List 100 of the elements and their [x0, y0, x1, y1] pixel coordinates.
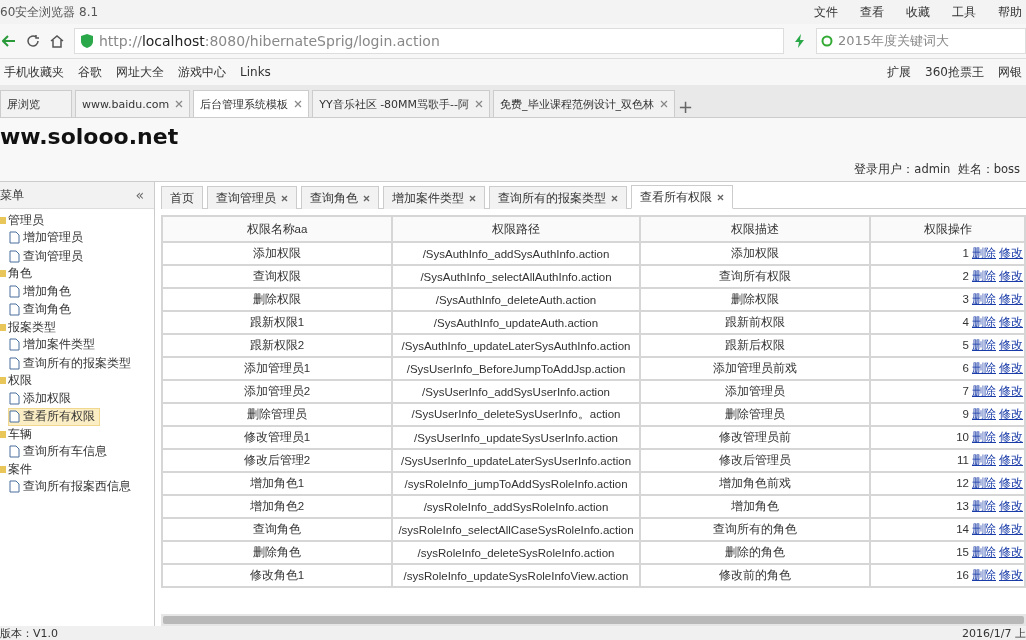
url-field[interactable]: http://localhost:8080/hibernateSprig/login.action [74, 28, 784, 54]
action-link[interactable]: 修改 [999, 431, 1023, 443]
refresh-icon[interactable] [26, 34, 40, 48]
scrollbar[interactable] [161, 614, 1026, 626]
tree-item[interactable]: 增加管理员 [8, 228, 88, 247]
page-tab[interactable]: 首页 [161, 186, 203, 209]
action-link[interactable]: 删除 [972, 362, 996, 374]
action-link[interactable]: 修改 [999, 339, 1023, 351]
tree-item[interactable]: 增加案件类型 [8, 335, 100, 354]
tree-folder[interactable]: 车辆 [0, 426, 154, 443]
bookmark-link[interactable]: Links [240, 65, 271, 79]
close-icon[interactable] [611, 194, 618, 202]
action-link[interactable]: 修改 [999, 569, 1023, 581]
action-link[interactable]: 删除 [972, 293, 996, 305]
tree-item[interactable]: 查询所有车信息 [8, 442, 112, 461]
close-icon[interactable] [475, 100, 484, 108]
page-icon [9, 480, 20, 494]
tree-folder[interactable]: 角色 [0, 265, 154, 282]
extension-button[interactable]: 360抢票王 [925, 63, 984, 81]
action-link[interactable]: 修改 [999, 546, 1023, 558]
table-cell: 跟新权限2 [162, 334, 392, 357]
action-link[interactable]: 删除 [972, 569, 996, 581]
menu-item[interactable]: 帮助 [998, 3, 1022, 21]
lightning-icon[interactable] [794, 34, 806, 48]
close-icon[interactable] [175, 100, 184, 108]
menu-item[interactable]: 工具 [952, 3, 976, 21]
table-cell: /SysAuthInfo_updateLaterSysAuthInfo.action [392, 334, 640, 357]
new-tab-button[interactable]: + [678, 96, 694, 117]
close-icon[interactable] [717, 193, 724, 201]
tree-item[interactable]: 增加角色 [8, 282, 76, 301]
column-header: 权限描述 [640, 216, 870, 242]
action-link[interactable]: 删除 [972, 270, 996, 282]
search-field[interactable]: 2015年度关键词大 [816, 28, 1026, 54]
row-id: 10 [956, 431, 969, 443]
back-icon[interactable] [2, 34, 16, 48]
table-cell: /SysUserInfo_addSysUserInfo.action [392, 380, 640, 403]
menu-item[interactable]: 收藏 [906, 3, 930, 21]
close-icon[interactable] [660, 100, 669, 108]
action-link[interactable]: 修改 [999, 500, 1023, 512]
bookmark-link[interactable]: 网址大全 [116, 63, 164, 81]
action-link[interactable]: 删除 [972, 339, 996, 351]
action-link[interactable]: 删除 [972, 408, 996, 420]
menu-item[interactable]: 文件 [814, 3, 838, 21]
close-icon[interactable] [363, 194, 370, 202]
table-cell: /sysRoleInfo_jumpToAddSysRoleInfo.action [392, 472, 640, 495]
tree-item[interactable]: 查看所有权限 [8, 407, 100, 426]
table-cell: 添加权限 [640, 242, 870, 265]
extension-button[interactable]: 网银 [998, 63, 1022, 81]
page-tab[interactable]: 查询所有的报案类型 [489, 186, 627, 209]
browser-tab[interactable]: YY音乐社区 -80MM骂歌手--阿 [312, 90, 491, 117]
tree-item[interactable]: 添加权限 [8, 389, 76, 408]
action-link[interactable]: 修改 [999, 408, 1023, 420]
action-link[interactable]: 删除 [972, 385, 996, 397]
tree-item[interactable]: 查询所有的报案类型 [8, 354, 136, 373]
browser-tab[interactable]: 免费_毕业课程范例设计_双色林 [493, 90, 676, 117]
table-cell: 增加角色1 [162, 472, 392, 495]
tree-item[interactable]: 查询管理员 [8, 247, 88, 266]
action-link[interactable]: 删除 [972, 500, 996, 512]
action-link[interactable]: 删除 [972, 454, 996, 466]
action-link[interactable]: 删除 [972, 546, 996, 558]
action-link[interactable]: 修改 [999, 293, 1023, 305]
action-link[interactable]: 删除 [972, 247, 996, 259]
tree-folder[interactable]: 案件 [0, 461, 154, 478]
page-icon [9, 338, 20, 352]
browser-tab[interactable]: 后台管理系统模板 [193, 90, 310, 117]
page-tab[interactable]: 增加案件类型 [383, 186, 485, 209]
action-link[interactable]: 修改 [999, 362, 1023, 374]
action-link[interactable]: 修改 [999, 316, 1023, 328]
action-link[interactable]: 修改 [999, 270, 1023, 282]
tree-folder[interactable]: 权限 [0, 372, 154, 389]
tree-folder[interactable]: 管理员 [0, 212, 154, 229]
browser-tab[interactable]: www.baidu.com [75, 90, 191, 117]
close-icon[interactable] [294, 100, 303, 108]
page-tab[interactable]: 查看所有权限 [631, 185, 733, 209]
action-link[interactable]: 删除 [972, 477, 996, 489]
action-link[interactable]: 修改 [999, 454, 1023, 466]
collapse-button[interactable]: « [135, 187, 144, 203]
close-icon[interactable] [469, 194, 476, 202]
browser-tab[interactable]: 屏浏览 [0, 90, 72, 117]
menu-item[interactable]: 查看 [860, 3, 884, 21]
page-tab[interactable]: 查询管理员 [207, 186, 297, 209]
close-icon[interactable] [281, 194, 288, 202]
action-link[interactable]: 删除 [972, 523, 996, 535]
action-link[interactable]: 修改 [999, 247, 1023, 259]
bookmark-link[interactable]: 谷歌 [78, 63, 102, 81]
sidebar-title: 菜单 [0, 187, 24, 203]
extension-button[interactable]: 扩展 [887, 63, 912, 81]
tree-item[interactable]: 查询所有报案西信息 [8, 477, 136, 496]
action-link[interactable]: 删除 [972, 316, 996, 328]
bookmark-link[interactable]: 游戏中心 [178, 63, 226, 81]
action-link[interactable]: 修改 [999, 523, 1023, 535]
tree-folder[interactable]: 报案类型 [0, 319, 154, 336]
action-link[interactable]: 删除 [972, 431, 996, 443]
page-tab[interactable]: 查询角色 [301, 186, 379, 209]
bookmark-link[interactable]: 手机收藏夹 [4, 63, 64, 81]
tree-item[interactable]: 查询角色 [8, 300, 76, 319]
page-icon [9, 249, 20, 263]
action-link[interactable]: 修改 [999, 477, 1023, 489]
action-link[interactable]: 修改 [999, 385, 1023, 397]
home-icon[interactable] [50, 34, 64, 48]
